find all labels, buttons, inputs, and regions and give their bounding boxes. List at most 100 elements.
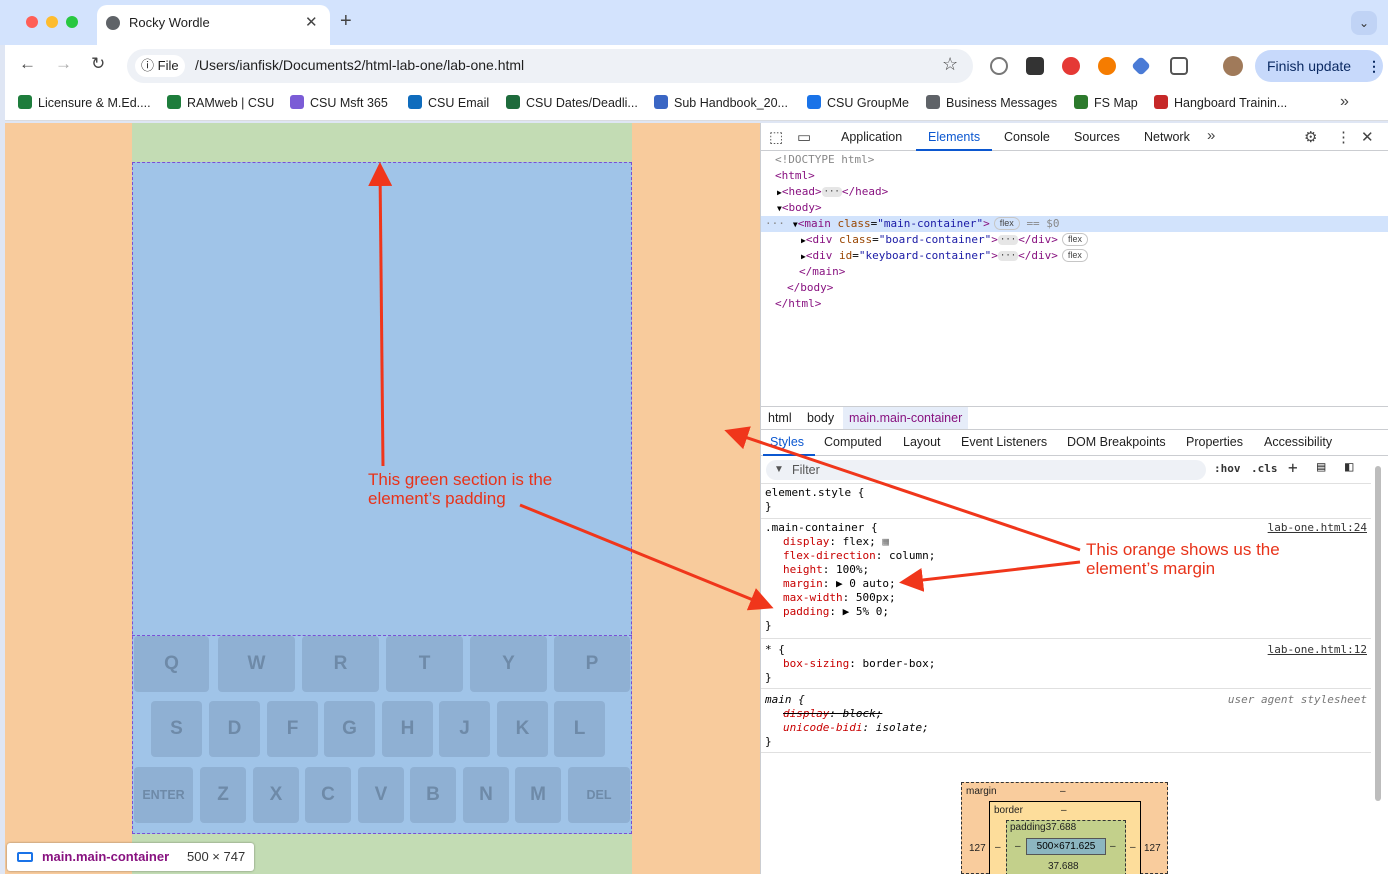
padding-right-value[interactable]: – bbox=[1110, 841, 1116, 852]
key-c[interactable]: C bbox=[305, 767, 351, 823]
border-top-value[interactable]: – bbox=[1061, 805, 1067, 816]
dom-node-main-close[interactable]: </main> bbox=[761, 264, 1388, 280]
box-model-margin[interactable]: margin – 127 127 border – – – padding37.… bbox=[961, 782, 1168, 874]
extensions-puzzle-icon[interactable] bbox=[1170, 57, 1188, 75]
bookmark-item[interactable]: FS Map bbox=[1074, 95, 1138, 110]
key-y[interactable]: Y bbox=[470, 636, 547, 692]
style-property[interactable]: height: 100%; bbox=[783, 563, 869, 577]
key-h[interactable]: H bbox=[382, 701, 433, 757]
collapsed-ellipsis-icon[interactable]: ··· bbox=[821, 187, 842, 197]
extension-s-icon[interactable] bbox=[1026, 57, 1044, 75]
close-window-button[interactable] bbox=[26, 16, 38, 28]
tab-computed[interactable]: Computed bbox=[824, 435, 882, 449]
element-style-selector[interactable]: element.style { bbox=[765, 486, 864, 500]
new-rule-button[interactable]: + bbox=[1288, 458, 1298, 477]
dom-node-body[interactable]: ▼<body> bbox=[761, 200, 1388, 216]
style-property[interactable]: padding: ▶ 5% 0; bbox=[783, 605, 889, 619]
extension-orange-icon[interactable] bbox=[1098, 57, 1116, 75]
bookmark-item[interactable]: CSU GroupMe bbox=[807, 95, 909, 110]
margin-right-value[interactable]: 127 bbox=[1144, 843, 1161, 854]
extension-circle-icon[interactable] bbox=[990, 57, 1008, 75]
style-property[interactable]: display: flex; ▦ bbox=[783, 535, 889, 549]
bookmark-item[interactable]: RAMweb | CSU bbox=[167, 95, 274, 110]
rule-source-link[interactable]: lab-one.html:12 bbox=[1268, 643, 1367, 656]
profile-avatar[interactable] bbox=[1223, 56, 1243, 76]
bookmark-star-icon[interactable]: ☆ bbox=[942, 54, 958, 75]
bookmark-item[interactable]: Business Messages bbox=[926, 95, 1057, 110]
key-q[interactable]: Q bbox=[134, 636, 209, 692]
bookmark-item[interactable]: Sub Handbook_20... bbox=[654, 95, 788, 110]
style-property[interactable]: unicode-bidi: isolate; bbox=[783, 721, 929, 735]
key-d[interactable]: D bbox=[209, 701, 260, 757]
border-left-value[interactable]: – bbox=[995, 842, 1001, 853]
tab-network[interactable]: Network bbox=[1144, 130, 1190, 144]
dom-node-head[interactable]: ▶<head> ··· </head> bbox=[761, 184, 1388, 200]
dom-node-doctype[interactable]: <!DOCTYPE html> bbox=[761, 152, 1388, 168]
node-actions-icon[interactable]: ··· bbox=[765, 217, 785, 230]
paint-brush-icon[interactable]: ▤ bbox=[1317, 459, 1325, 475]
rule-selector[interactable]: * { bbox=[765, 643, 785, 657]
dom-node-main[interactable]: ··· ▼<main class="main-container"> flex ==… bbox=[761, 216, 1388, 232]
dom-node-board-container[interactable]: ▶<div class="board-container"> ··· </div> f… bbox=[761, 232, 1388, 248]
style-property[interactable]: max-width: 500px; bbox=[783, 591, 896, 605]
hover-state-button[interactable]: :hov bbox=[1214, 462, 1241, 475]
dom-node-keyboard-container[interactable]: ▶<div id="keyboard-container"> ··· </div> f… bbox=[761, 248, 1388, 264]
key-x[interactable]: X bbox=[253, 767, 299, 823]
border-right-value[interactable]: – bbox=[1130, 842, 1136, 853]
new-tab-button[interactable]: + bbox=[340, 10, 352, 33]
flex-badge[interactable]: flex bbox=[1061, 233, 1088, 246]
devtools-menu-icon[interactable]: ⋮ bbox=[1336, 128, 1351, 146]
browser-tab[interactable]: Rocky Wordle ✕ bbox=[97, 5, 330, 45]
tab-properties[interactable]: Properties bbox=[1186, 435, 1243, 449]
zoom-window-button[interactable] bbox=[66, 16, 78, 28]
crumb-html[interactable]: html bbox=[768, 411, 792, 425]
adblock-icon[interactable] bbox=[1062, 57, 1080, 75]
forward-icon[interactable]: → bbox=[55, 54, 72, 74]
key-v[interactable]: V bbox=[358, 767, 404, 823]
box-model-padding[interactable]: padding37.688 – – 37.688 500×671.625 bbox=[1006, 820, 1126, 874]
key-t[interactable]: T bbox=[386, 636, 463, 692]
key-f[interactable]: F bbox=[267, 701, 318, 757]
style-property[interactable]: flex-direction: column; bbox=[783, 549, 935, 563]
tab-elements[interactable]: Elements bbox=[928, 130, 980, 144]
filter-input[interactable]: ▼ Filter bbox=[766, 460, 1206, 480]
box-model-border[interactable]: border – – – padding37.688 – – 37.688 50… bbox=[989, 801, 1141, 874]
padding-bottom-value[interactable]: 37.688 bbox=[1048, 861, 1079, 872]
crumb-main[interactable]: main.main-container bbox=[843, 407, 969, 429]
tab-application[interactable]: Application bbox=[841, 130, 902, 144]
dom-node-body-close[interactable]: </body> bbox=[761, 280, 1388, 296]
reload-icon[interactable]: ↻ bbox=[91, 54, 105, 74]
bookmarks-overflow-icon[interactable]: » bbox=[1340, 93, 1349, 111]
tab-layout[interactable]: Layout bbox=[903, 435, 941, 449]
device-toolbar-icon[interactable]: ▭ bbox=[797, 128, 811, 146]
bookmark-item[interactable]: CSU Msft 365 bbox=[290, 95, 388, 110]
tab-event-listeners[interactable]: Event Listeners bbox=[961, 435, 1047, 449]
minimize-window-button[interactable] bbox=[46, 16, 58, 28]
dom-node-html-close[interactable]: </html> bbox=[761, 296, 1388, 312]
margin-left-value[interactable]: 127 bbox=[969, 843, 986, 854]
flexbox-editor-icon[interactable]: ▦ bbox=[882, 535, 889, 548]
styles-scrollbar[interactable] bbox=[1373, 456, 1383, 874]
devtools-close-icon[interactable]: ✕ bbox=[1361, 128, 1374, 146]
rule-source-link[interactable]: lab-one.html:24 bbox=[1268, 521, 1367, 534]
tab-console[interactable]: Console bbox=[1004, 130, 1050, 144]
key-b[interactable]: B bbox=[410, 767, 456, 823]
rule-selector[interactable]: .main-container { bbox=[765, 521, 878, 535]
key-p[interactable]: P bbox=[554, 636, 630, 692]
bookmark-item[interactable]: CSU Dates/Deadli... bbox=[506, 95, 638, 110]
inspect-element-icon[interactable]: ⬚ bbox=[769, 128, 783, 146]
key-del[interactable]: DEL bbox=[568, 767, 630, 823]
bookmark-item[interactable]: Hangboard Trainin... bbox=[1154, 95, 1287, 110]
tab-close-icon[interactable]: ✕ bbox=[305, 13, 318, 31]
padding-left-value[interactable]: – bbox=[1015, 841, 1021, 852]
crumb-body[interactable]: body bbox=[807, 411, 834, 425]
key-g[interactable]: G bbox=[324, 701, 375, 757]
box-model-content[interactable]: 500×671.625 bbox=[1026, 838, 1106, 855]
back-icon[interactable]: ← bbox=[19, 54, 36, 74]
flex-badge[interactable]: flex bbox=[993, 217, 1020, 230]
style-property-overridden[interactable]: display: block; bbox=[783, 707, 882, 721]
collapsed-ellipsis-icon[interactable]: ··· bbox=[997, 251, 1019, 261]
key-z[interactable]: Z bbox=[200, 767, 246, 823]
extension-blue-icon[interactable] bbox=[1131, 56, 1151, 76]
key-r[interactable]: R bbox=[302, 636, 379, 692]
